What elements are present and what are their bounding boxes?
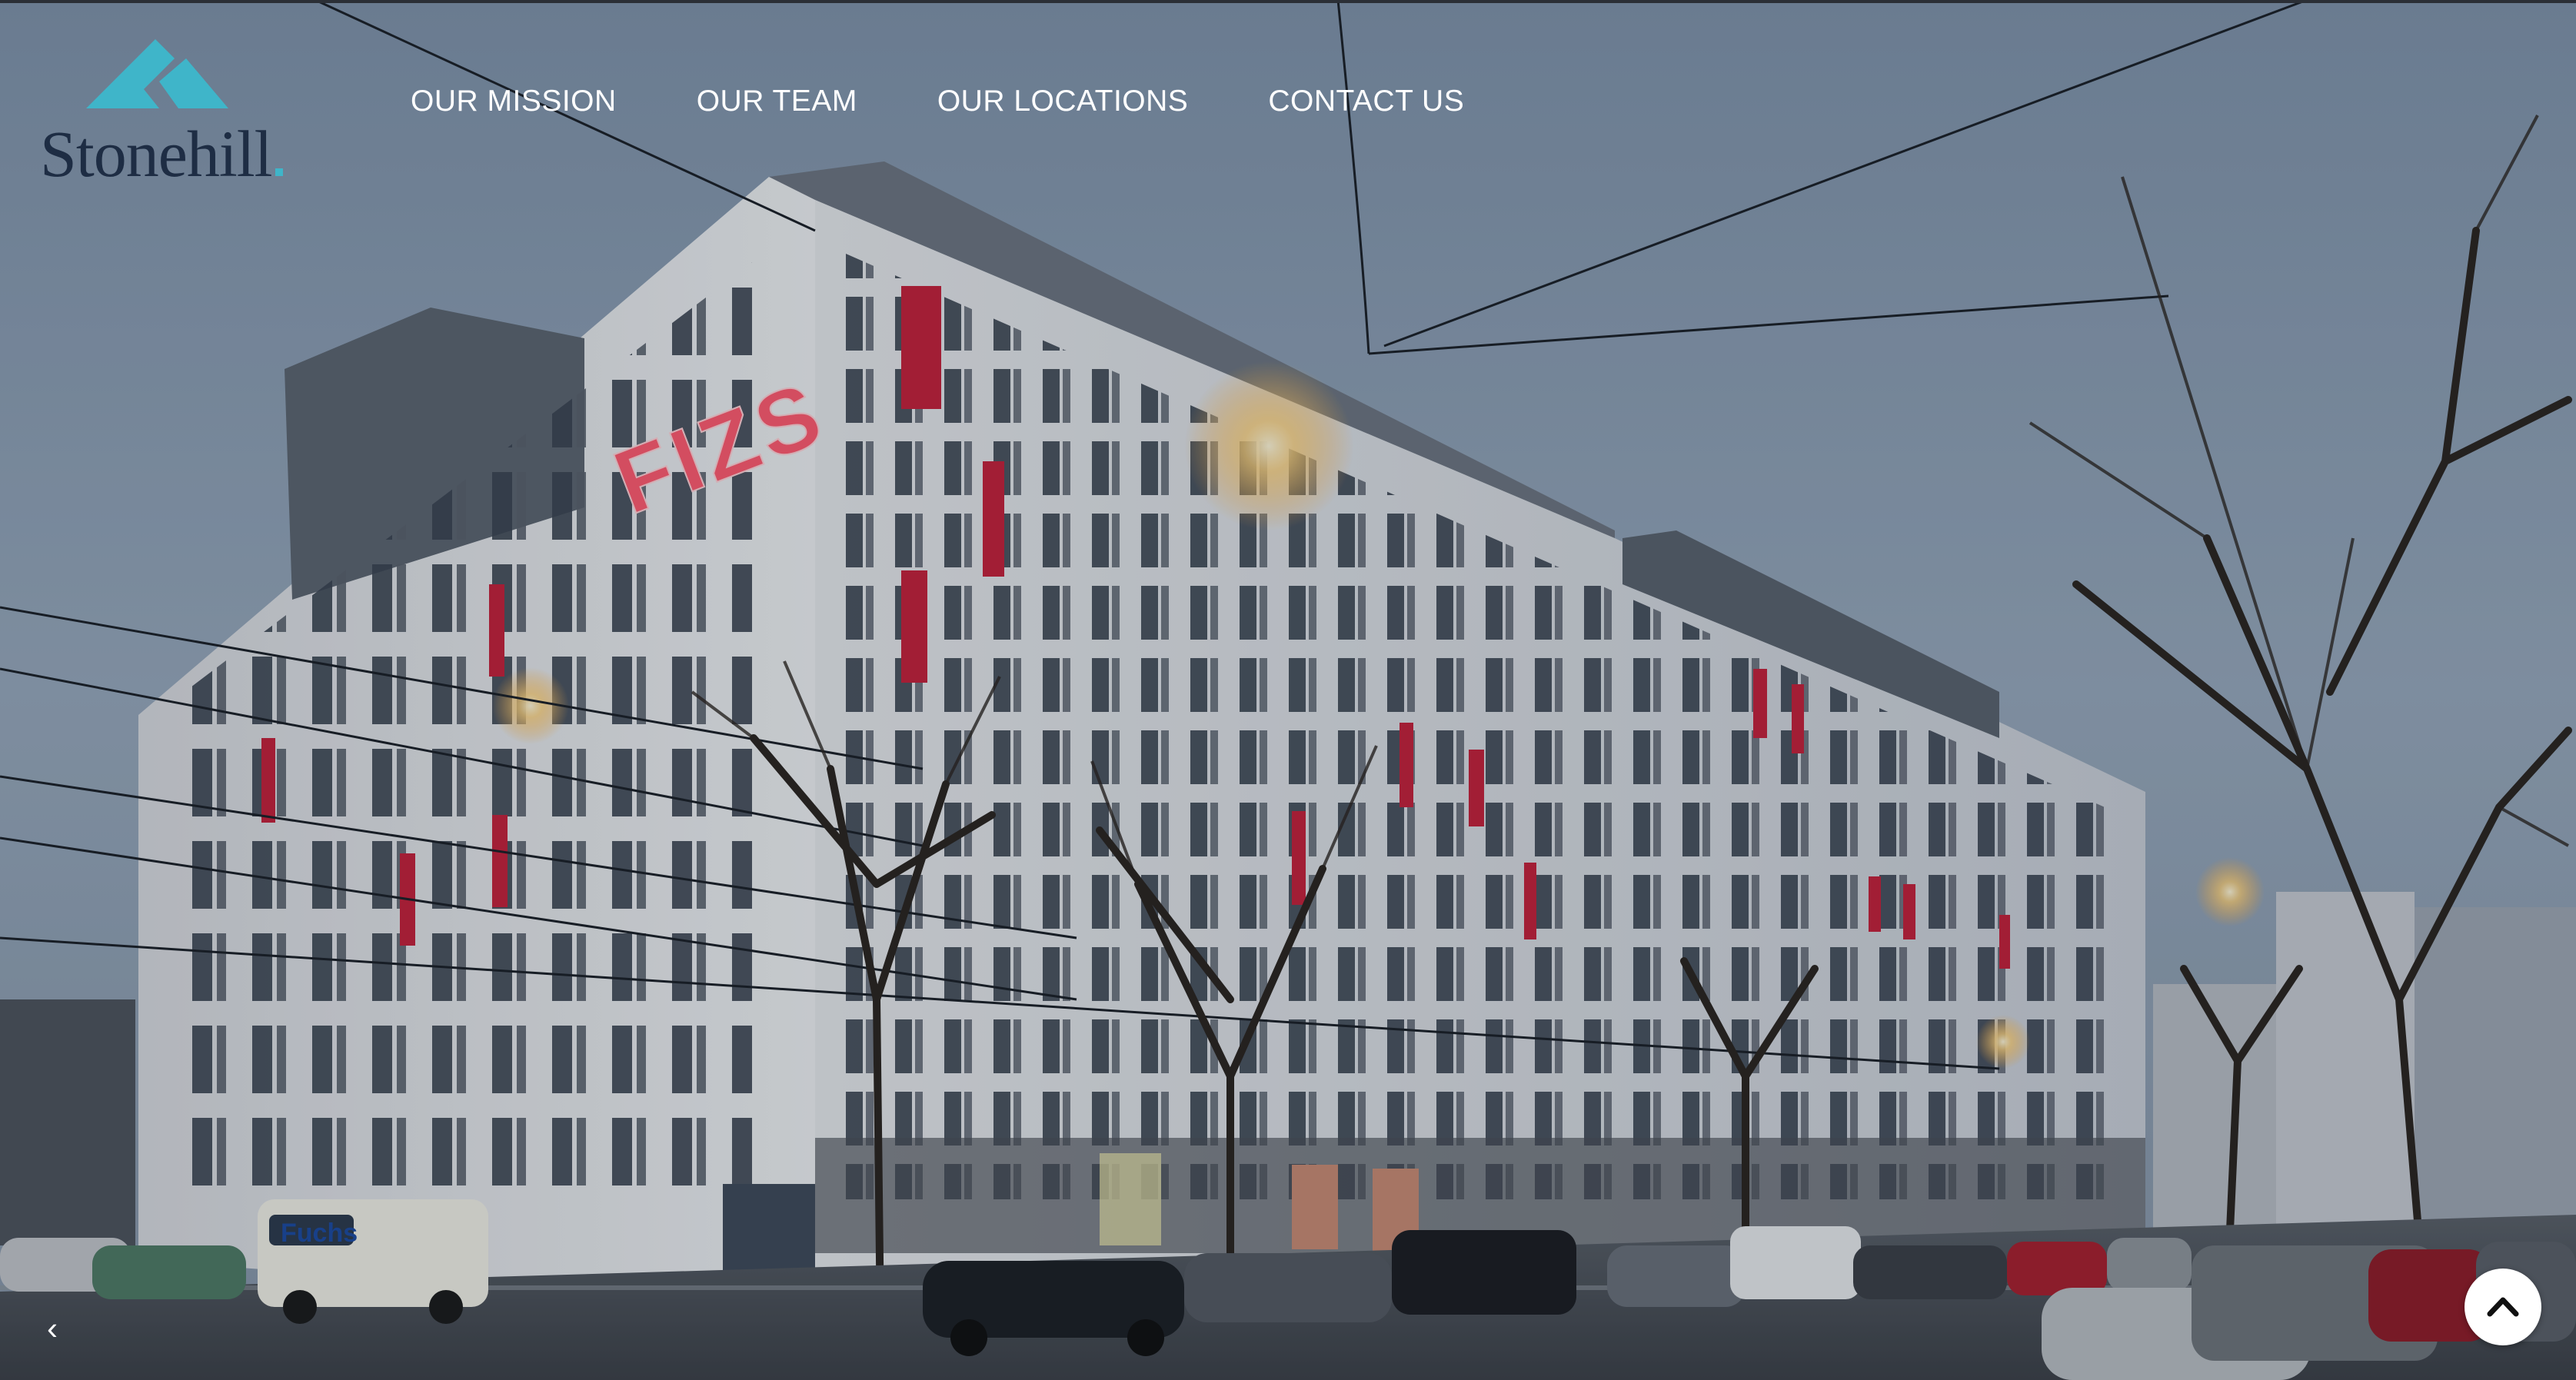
chevron-left-icon: ‹ xyxy=(47,1310,58,1346)
slider-prev-button[interactable]: ‹ xyxy=(38,1311,66,1346)
nav-our-locations[interactable]: OUR LOCATIONS xyxy=(937,85,1188,128)
main-nav: OUR MISSION OUR TEAM OUR LOCATIONS CONTA… xyxy=(411,85,1464,128)
top-border xyxy=(0,0,2576,3)
logo-text: Stonehill xyxy=(40,115,283,192)
logo-mark-icon xyxy=(86,39,228,108)
hero-image: FIZS Fuchs xyxy=(0,0,2576,1380)
nav-contact-us[interactable]: CONTACT US xyxy=(1268,85,1464,128)
nav-our-mission[interactable]: OUR MISSION xyxy=(411,85,617,128)
page: FIZS Fuchs Stonehill OUR MISSION OUR TEA… xyxy=(0,0,2576,1380)
chevron-up-icon xyxy=(2487,1297,2519,1317)
scroll-to-top-button[interactable] xyxy=(2465,1269,2541,1345)
logo-dot xyxy=(275,168,283,176)
logo[interactable]: Stonehill xyxy=(40,31,286,191)
brand-name: Stonehill xyxy=(40,117,273,191)
nav-our-team[interactable]: OUR TEAM xyxy=(697,85,857,128)
